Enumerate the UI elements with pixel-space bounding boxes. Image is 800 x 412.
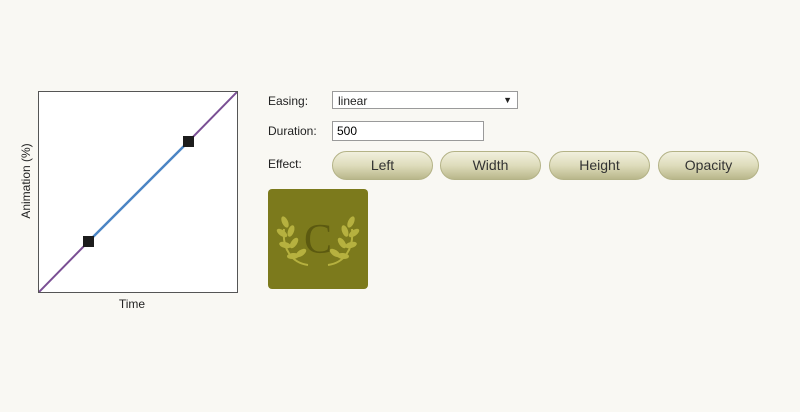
easing-selected-value: linear [338, 94, 368, 108]
easing-demo: Animation (%) Time Easing: linear ▼ Dura… [0, 0, 800, 412]
x-axis-label: Time [118, 297, 146, 311]
dropdown-arrow-icon: ▼ [503, 95, 512, 105]
easing-curve-svg [39, 92, 237, 292]
effect-width-button[interactable]: Width [440, 151, 541, 180]
effect-height-button[interactable]: Height [549, 151, 650, 180]
control-point-handle-1[interactable] [83, 236, 94, 247]
emblem-letter: C [304, 217, 332, 263]
effect-label: Effect: [268, 157, 302, 171]
control-point-handle-2[interactable] [183, 136, 194, 147]
y-axis-label: Animation (%) [19, 143, 33, 219]
laurel-logo-icon: C [276, 216, 360, 266]
easing-label: Easing: [268, 94, 309, 108]
curve-segment-start [39, 241, 89, 292]
duration-input[interactable] [332, 121, 484, 141]
duration-label: Duration: [268, 124, 317, 138]
animated-preview-box: C [268, 189, 368, 289]
easing-curve-graph [38, 91, 238, 293]
curve-segment-end [187, 92, 237, 143]
effect-left-button[interactable]: Left [332, 151, 433, 180]
curve-segment-middle [87, 141, 189, 243]
easing-select[interactable]: linear ▼ [332, 91, 518, 109]
effect-opacity-button[interactable]: Opacity [658, 151, 759, 180]
